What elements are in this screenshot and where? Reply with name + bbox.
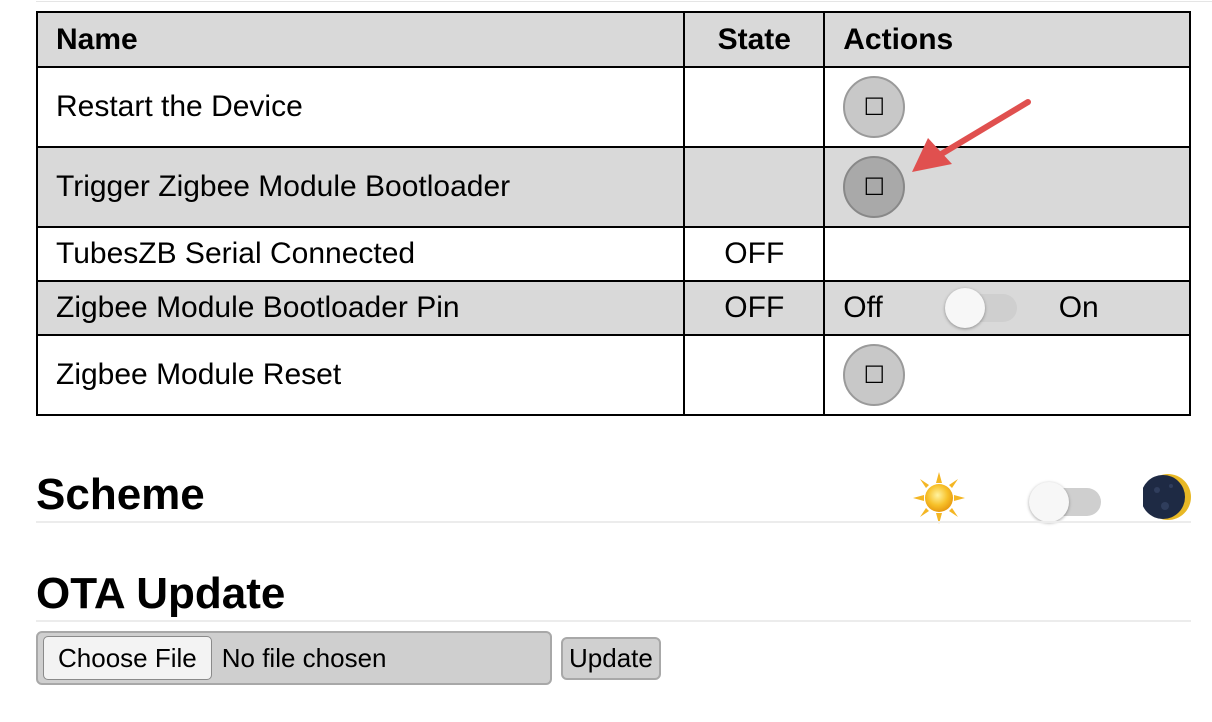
ota-title: OTA Update bbox=[36, 569, 286, 618]
trigger-bootloader-button[interactable]: ☐ bbox=[843, 156, 906, 218]
square-icon: ☐ bbox=[863, 361, 885, 389]
toggle-knob bbox=[1029, 482, 1069, 522]
row-actions: ☐ bbox=[823, 66, 1191, 148]
row-name: Zigbee Module Bootloader Pin bbox=[35, 280, 686, 336]
scheme-toggle[interactable] bbox=[1029, 482, 1101, 522]
row-name: TubesZB Serial Connected bbox=[35, 226, 686, 282]
moon-icon bbox=[1143, 474, 1191, 520]
row-actions bbox=[823, 226, 1191, 282]
table-row: Restart the Device ☐ bbox=[35, 66, 1191, 148]
switch-on-label: On bbox=[1058, 291, 1099, 324]
row-actions: ☐ bbox=[823, 146, 1191, 228]
toggle-knob bbox=[944, 288, 985, 328]
row-actions: ☐ bbox=[823, 334, 1191, 416]
sun-icon bbox=[913, 472, 965, 524]
header-name: Name bbox=[35, 11, 686, 68]
row-state bbox=[683, 146, 826, 228]
ota-divider bbox=[36, 620, 1191, 622]
restart-device-button[interactable]: ☐ bbox=[843, 76, 906, 138]
scheme-divider bbox=[36, 521, 1191, 523]
module-reset-button[interactable]: ☐ bbox=[843, 344, 906, 406]
scheme-title: Scheme bbox=[36, 470, 205, 519]
file-status-text: No file chosen bbox=[221, 642, 387, 673]
row-state bbox=[683, 334, 826, 416]
row-state: OFF bbox=[683, 280, 826, 336]
header-actions: Actions bbox=[823, 11, 1191, 68]
row-name: Zigbee Module Reset bbox=[35, 334, 686, 416]
square-icon: ☐ bbox=[863, 93, 885, 121]
table-row: TubesZB Serial Connected OFF bbox=[35, 226, 1191, 282]
row-name: Trigger Zigbee Module Bootloader bbox=[35, 146, 686, 228]
table-header-row: Name State Actions bbox=[35, 11, 1191, 68]
file-input[interactable]: Choose File No file chosen bbox=[36, 631, 552, 685]
bootloader-pin-toggle[interactable] bbox=[944, 288, 1017, 328]
row-actions: Off On bbox=[823, 280, 1191, 336]
top-divider bbox=[36, 1, 1212, 2]
square-icon: ☐ bbox=[863, 173, 885, 201]
row-name: Restart the Device bbox=[35, 66, 686, 148]
row-state: OFF bbox=[683, 226, 826, 282]
row-state bbox=[683, 66, 826, 148]
table-row: Zigbee Module Bootloader Pin OFF Off On bbox=[35, 280, 1191, 336]
bootloader-pin-switch-group: Off On bbox=[843, 282, 1171, 334]
table-row: Zigbee Module Reset ☐ bbox=[35, 334, 1191, 416]
header-state: State bbox=[683, 11, 826, 68]
entities-table: Name State Actions Restart the Device ☐ … bbox=[35, 11, 1191, 416]
table-row: Trigger Zigbee Module Bootloader ☐ bbox=[35, 146, 1191, 228]
update-button[interactable]: Update bbox=[561, 637, 661, 680]
switch-off-label: Off bbox=[843, 291, 883, 324]
choose-file-button[interactable]: Choose File bbox=[43, 636, 212, 680]
